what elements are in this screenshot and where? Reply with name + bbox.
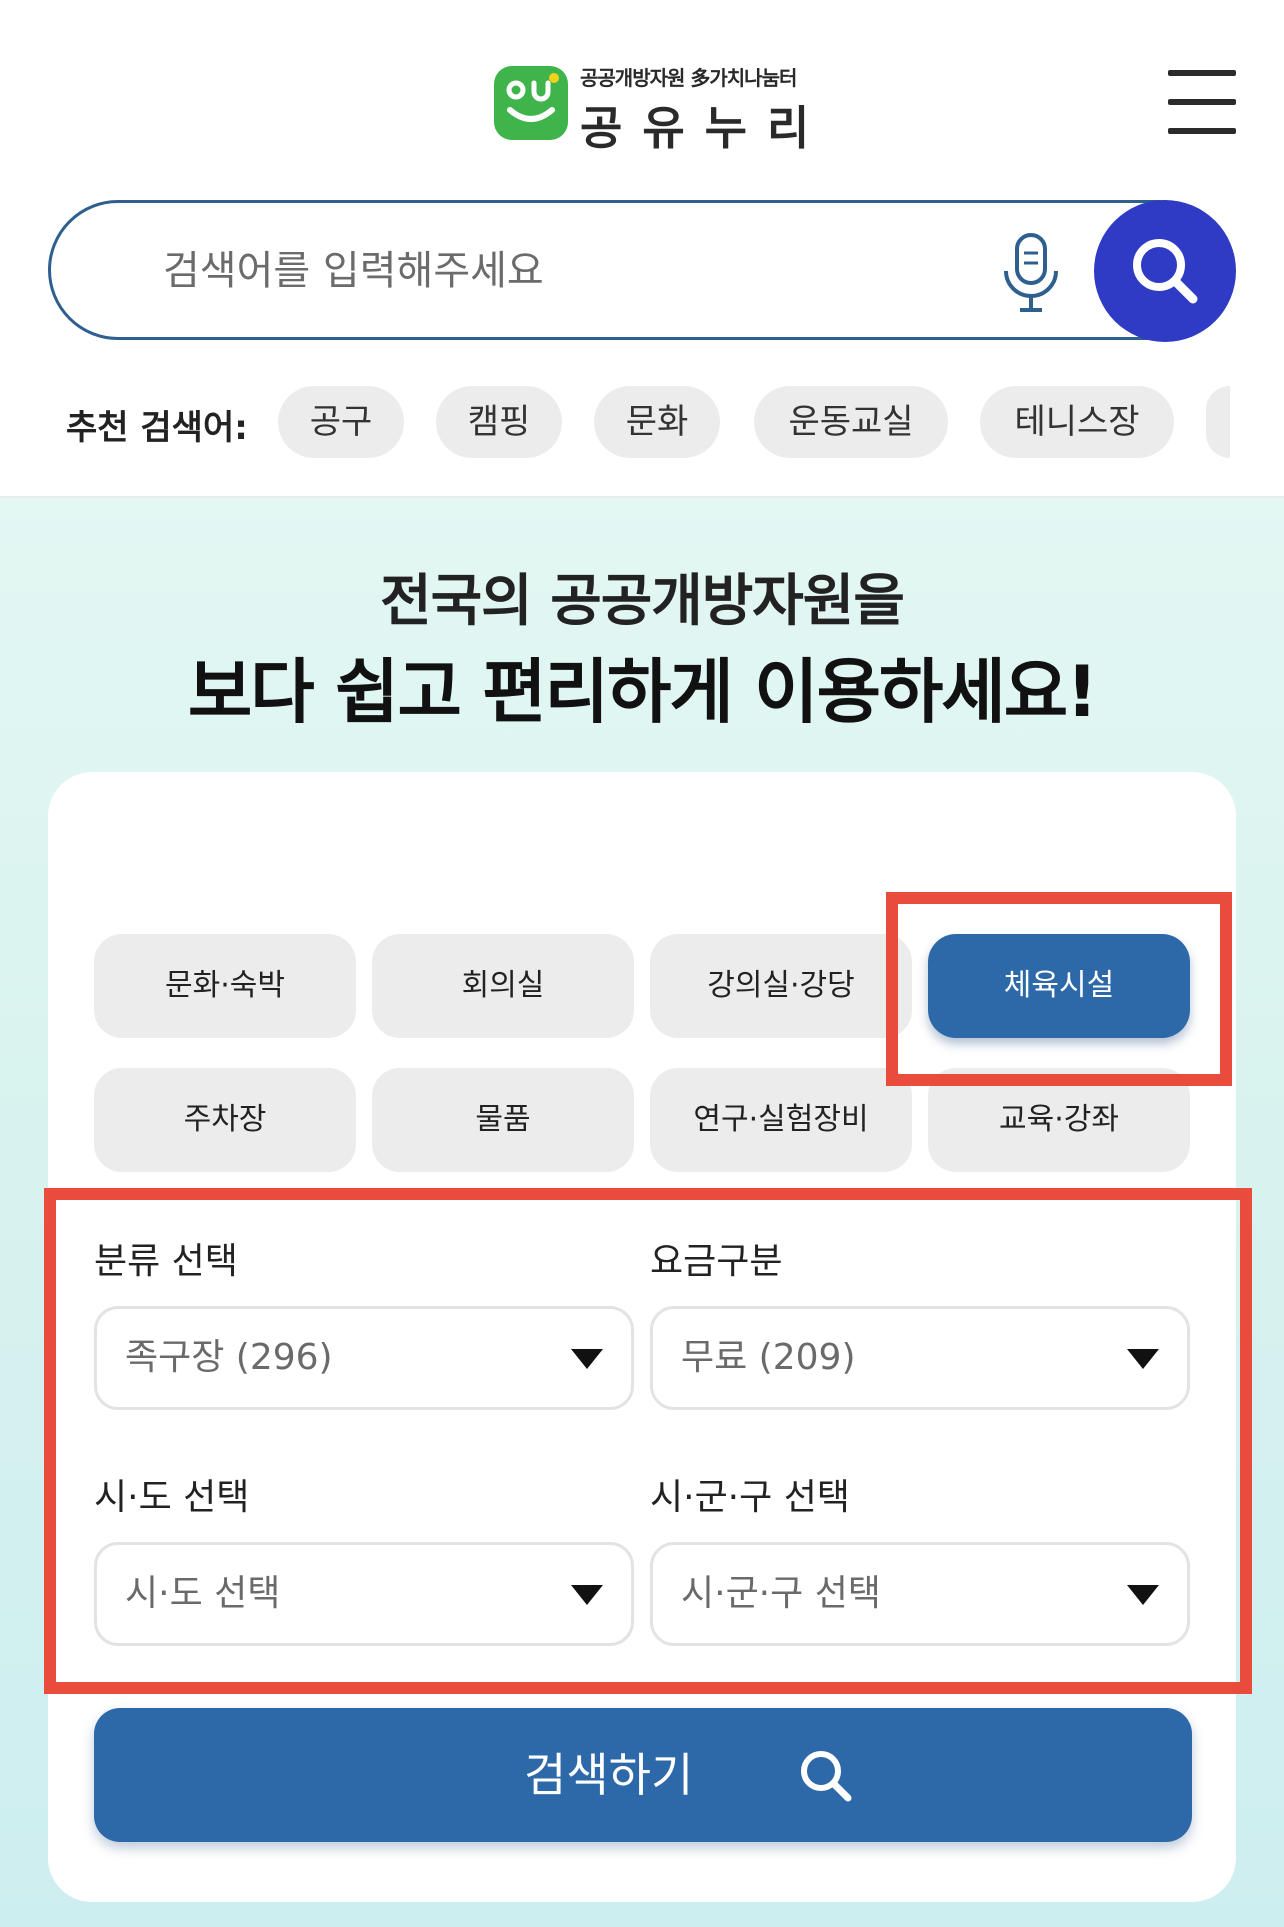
- district-select-label: 시·군·구 선택: [650, 1477, 850, 1518]
- search-submit-label: 검색하기: [524, 1748, 694, 1802]
- search-icon: [801, 1751, 852, 1802]
- keyword-chip[interactable]: 테니스장: [980, 386, 1174, 458]
- recommended-label: 추천 검색어:: [66, 408, 248, 448]
- category-button[interactable]: 강의실·강당: [650, 934, 912, 1038]
- district-select[interactable]: 시·군·구 선택: [650, 1542, 1190, 1646]
- search-button[interactable]: [1094, 200, 1236, 342]
- keyword-chip-partial[interactable]: [1206, 386, 1230, 458]
- recommended-keywords: 추천 검색어: 공구 캠핑 문화 운동교실 테니스장: [0, 386, 1284, 458]
- province-select-value: 시·도 선택: [125, 1573, 281, 1614]
- category-select[interactable]: 족구장 (296): [94, 1306, 634, 1410]
- dropdown-arrow-icon: [571, 1585, 603, 1605]
- category-button[interactable]: 문화·숙박: [94, 934, 356, 1038]
- logo-title: 공유누리: [580, 101, 830, 155]
- logo-subtitle: 공공개방자원 多가치나눔터: [580, 66, 797, 90]
- category-button-active[interactable]: 체육시설: [928, 934, 1190, 1038]
- search-bar: [48, 200, 1228, 340]
- logo-badge-icon: [494, 66, 568, 140]
- site-logo[interactable]: 공공개방자원 多가치나눔터 공유누리: [494, 62, 809, 155]
- category-button[interactable]: 물품: [372, 1068, 634, 1172]
- search-icon: [1133, 239, 1198, 304]
- keyword-chip[interactable]: 운동교실: [754, 386, 948, 458]
- header: 공공개방자원 多가치나눔터 공유누리: [0, 0, 1284, 190]
- keyword-chip[interactable]: 캠핑: [436, 386, 562, 458]
- district-select-value: 시·군·구 선택: [681, 1573, 881, 1614]
- hero-headline-1: 전국의 공공개방자원을: [380, 569, 905, 634]
- keyword-chip[interactable]: 문화: [594, 386, 720, 458]
- search-input[interactable]: [161, 233, 885, 309]
- province-select[interactable]: 시·도 선택: [94, 1542, 634, 1646]
- category-select-label: 분류 선택: [94, 1241, 238, 1282]
- microphone-icon[interactable]: [996, 231, 1066, 315]
- category-button[interactable]: 주차장: [94, 1068, 356, 1172]
- hamburger-icon[interactable]: [1168, 70, 1236, 134]
- category-select-value: 족구장 (296): [125, 1337, 333, 1378]
- keyword-chip[interactable]: 공구: [278, 386, 404, 458]
- dropdown-arrow-icon: [1127, 1585, 1159, 1605]
- search-submit-button[interactable]: 검색하기: [94, 1708, 1192, 1842]
- fee-select[interactable]: 무료 (209): [650, 1306, 1190, 1410]
- fee-select-label: 요금구분: [650, 1241, 783, 1282]
- category-button[interactable]: 교육·강좌: [928, 1068, 1190, 1172]
- category-button[interactable]: 회의실: [372, 934, 634, 1038]
- province-select-label: 시·도 선택: [94, 1477, 250, 1518]
- category-button[interactable]: 연구·실험장비: [650, 1068, 912, 1172]
- fee-select-value: 무료 (209): [681, 1337, 856, 1378]
- dropdown-arrow-icon: [571, 1349, 603, 1369]
- dropdown-arrow-icon: [1127, 1349, 1159, 1369]
- hero-headline-2: 보다 쉽고 편리하게 이용하세요!: [187, 651, 1098, 733]
